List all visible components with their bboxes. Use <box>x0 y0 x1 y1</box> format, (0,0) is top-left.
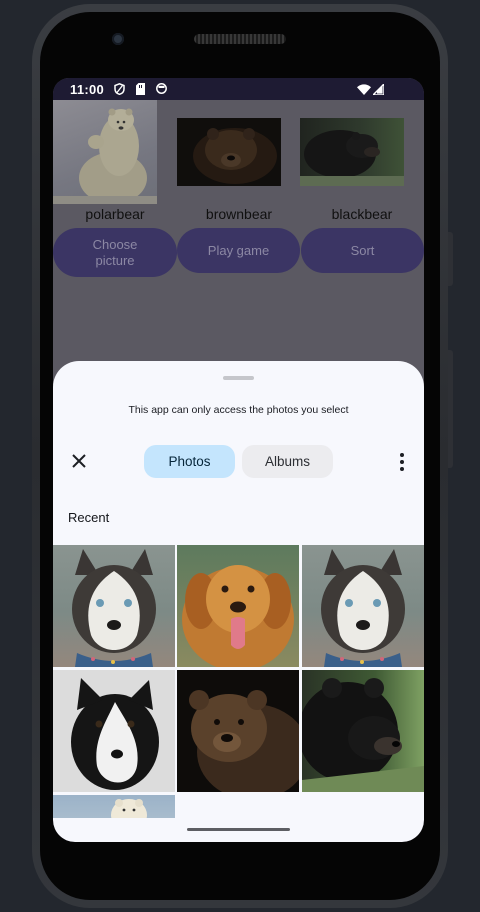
play-game-button[interactable]: Play game <box>177 228 300 273</box>
device-screen: 11:00 polarbear brownbear blackbear Choo… <box>53 78 424 842</box>
navigation-handle[interactable] <box>187 828 290 831</box>
golden-retriever-photo <box>182 565 294 667</box>
photo-grid-item[interactable] <box>53 545 175 667</box>
more-vert-icon <box>400 453 404 471</box>
item-caption-blackbear: blackbear <box>331 206 393 222</box>
brown-bear-image <box>177 118 281 186</box>
tab-albums[interactable]: Albums <box>242 445 333 478</box>
sort-button[interactable]: Sort <box>301 228 424 273</box>
choose-picture-label-line2: picture <box>95 252 135 268</box>
shield-icon <box>114 83 125 95</box>
power-button <box>448 232 453 286</box>
close-button[interactable] <box>69 451 89 471</box>
black-bear-image <box>300 118 404 186</box>
photo-grid-item[interactable] <box>302 670 424 792</box>
husky-photo <box>72 549 156 667</box>
wifi-icon <box>357 84 371 95</box>
black-bear-photo <box>302 678 424 792</box>
storage-icon <box>156 83 167 94</box>
photo-grid-item[interactable] <box>302 545 424 667</box>
photo-picker-sheet: This app can only access the photos you … <box>53 361 424 842</box>
item-caption-polarbear: polarbear <box>85 206 145 222</box>
tab-photos[interactable]: Photos <box>144 445 235 478</box>
choose-picture-label-line1: Choose <box>92 236 138 252</box>
husky-photo <box>321 549 405 667</box>
photo-grid-item[interactable] <box>53 670 175 792</box>
border-collie-photo <box>71 678 159 790</box>
polar-bear-photo <box>53 108 157 204</box>
earpiece-speaker <box>194 34 286 44</box>
brown-bear-photo <box>189 690 299 792</box>
volume-buttons <box>448 350 453 468</box>
item-caption-brownbear: brownbear <box>205 206 273 222</box>
black-bear-photo <box>300 130 404 186</box>
status-time: 11:00 <box>70 82 105 97</box>
photo-grid-item[interactable] <box>177 545 299 667</box>
photo-grid-item[interactable] <box>53 795 175 818</box>
signal-icon <box>373 84 384 95</box>
sim-card-icon <box>136 83 145 95</box>
close-icon <box>72 454 86 468</box>
front-camera <box>112 33 124 45</box>
polar-bear-image <box>53 100 157 204</box>
status-bar: 11:00 <box>53 78 424 100</box>
choose-picture-button[interactable]: Choose picture <box>53 228 177 277</box>
more-options-button[interactable] <box>393 452 411 472</box>
picker-notice: This app can only access the photos you … <box>128 404 349 416</box>
section-title-recent: Recent <box>68 510 110 525</box>
polar-bear-photo <box>111 799 147 818</box>
photo-grid-item[interactable] <box>177 670 299 792</box>
sheet-drag-handle[interactable] <box>223 376 254 380</box>
brown-bear-photo <box>193 128 277 184</box>
